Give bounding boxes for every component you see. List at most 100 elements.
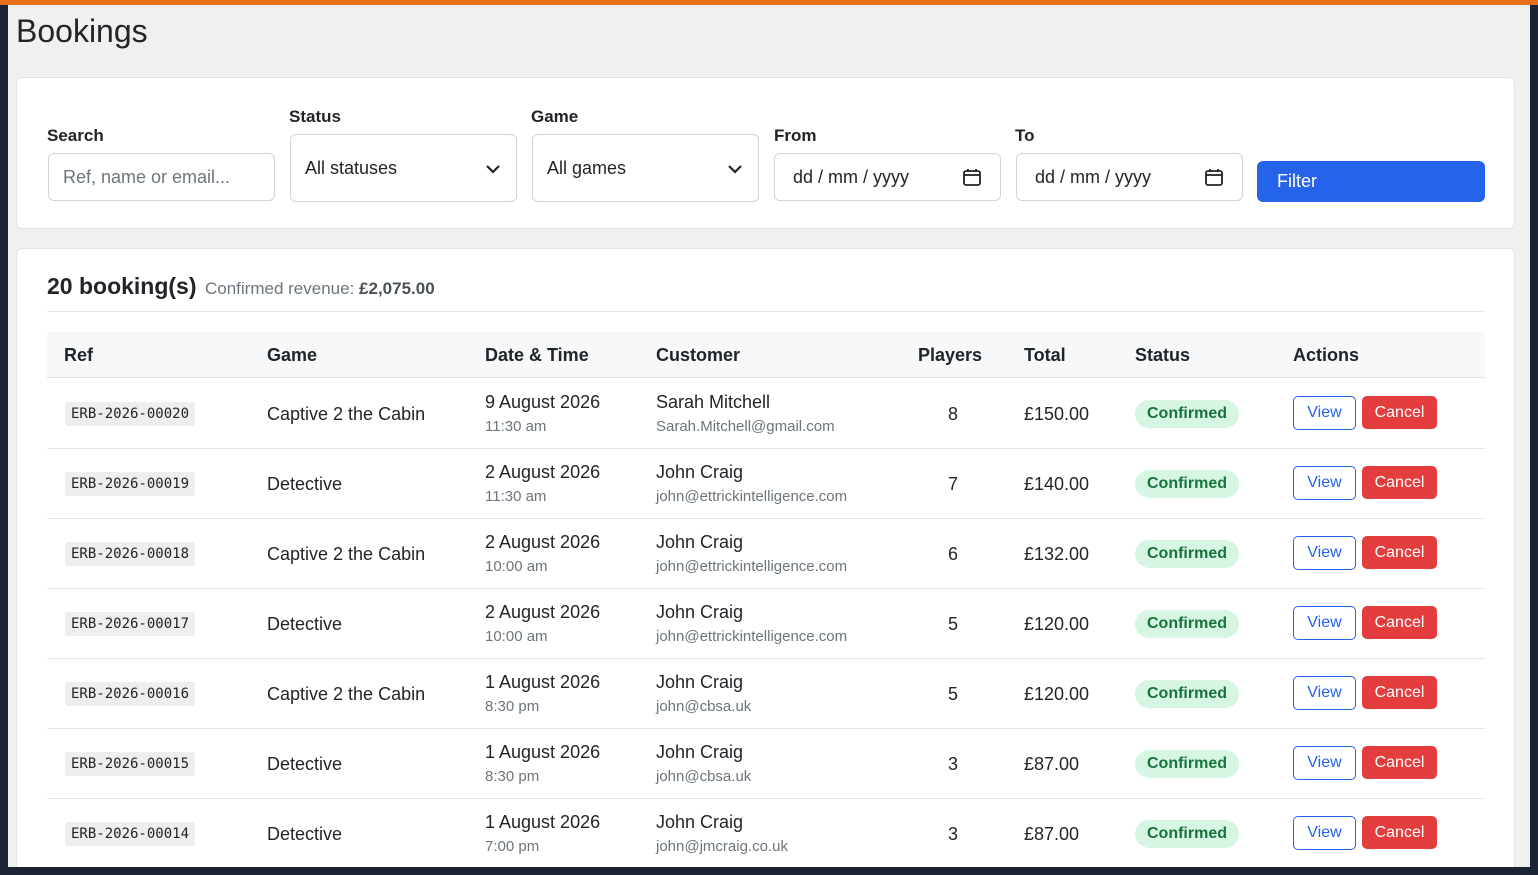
table-row: ERB-2026-00017 Detective 2 August 2026 10:0… (47, 588, 1485, 659)
view-button[interactable]: View (1293, 816, 1356, 850)
player-count: 3 (947, 754, 958, 774)
booking-game: Captive 2 the Cabin (267, 404, 426, 424)
cancel-button[interactable]: Cancel (1362, 606, 1437, 639)
booking-time: 7:00 pm (485, 838, 540, 855)
booking-total: £120.00 (1024, 684, 1090, 704)
col-customer: Customer (656, 345, 741, 365)
chevron-down-icon (486, 165, 500, 174)
view-button[interactable]: View (1293, 396, 1356, 430)
status-badge: Confirmed (1135, 540, 1239, 568)
booking-game: Detective (267, 474, 343, 494)
booking-time: 11:30 am (485, 488, 547, 505)
divider (47, 311, 1485, 312)
customer-name: John Craig (656, 532, 744, 552)
game-select-value: All games (547, 157, 627, 178)
from-label: From (774, 126, 817, 145)
booking-total: £132.00 (1024, 544, 1090, 564)
filter-button[interactable]: Filter (1257, 161, 1485, 202)
player-count: 3 (947, 824, 958, 844)
cancel-button[interactable]: Cancel (1362, 746, 1437, 779)
game-label: Game (531, 107, 579, 126)
booking-ref: ERB-2026-00015 (65, 752, 196, 776)
calendar-icon[interactable] (962, 167, 982, 187)
cancel-button[interactable]: Cancel (1362, 466, 1437, 499)
cancel-button[interactable]: Cancel (1362, 676, 1437, 709)
status-badge: Confirmed (1135, 680, 1239, 708)
status-badge: Confirmed (1135, 400, 1239, 428)
bookings-list-panel: 20 booking(s) Confirmed revenue: £2,075.… (16, 248, 1515, 867)
table-row: ERB-2026-00018 Captive 2 the Cabin 2 Augus… (47, 518, 1485, 589)
col-players: Players (918, 345, 983, 365)
view-button[interactable]: View (1293, 466, 1356, 500)
view-button[interactable]: View (1293, 746, 1356, 780)
status-select[interactable]: All statuses (290, 134, 517, 202)
table-header: Ref Game Date & Time Customer Players To… (47, 332, 1485, 378)
customer-name: John Craig (656, 462, 744, 482)
booking-ref: ERB-2026-00020 (65, 402, 196, 426)
game-select[interactable]: All games (532, 134, 759, 202)
view-button[interactable]: View (1293, 676, 1356, 710)
player-count: 7 (947, 474, 958, 494)
revenue-label: Confirmed revenue: (205, 279, 355, 298)
status-badge: Confirmed (1135, 470, 1239, 498)
customer-email: Sarah.Mitchell@gmail.com (656, 418, 835, 435)
booking-date: 1 August 2026 (485, 742, 601, 762)
customer-email: john@cbsa.uk (656, 698, 752, 715)
booking-ref: ERB-2026-00018 (65, 542, 196, 566)
col-status: Status (1135, 345, 1191, 365)
app-frame: Bookings Search Ref, name or email... St… (8, 5, 1530, 867)
player-count: 6 (947, 544, 958, 564)
search-input[interactable]: Ref, name or email... (48, 153, 275, 201)
view-button[interactable]: View (1293, 536, 1356, 570)
booking-ref: ERB-2026-00016 (65, 682, 196, 706)
booking-time: 8:30 pm (485, 698, 540, 715)
customer-name: John Craig (656, 602, 744, 622)
to-date-input[interactable]: dd / mm / yyyy (1016, 153, 1243, 201)
col-ref: Ref (64, 345, 94, 365)
chevron-down-icon (728, 165, 742, 174)
booking-date: 2 August 2026 (485, 462, 601, 482)
col-datetime: Date & Time (485, 345, 589, 365)
booking-game: Detective (267, 824, 343, 844)
to-label: To (1015, 126, 1035, 145)
booking-total: £150.00 (1024, 404, 1090, 424)
player-count: 8 (947, 404, 958, 424)
customer-email: john@ettrickintelligence.com (656, 488, 848, 505)
booking-game: Detective (267, 614, 343, 634)
cancel-button[interactable]: Cancel (1362, 816, 1437, 849)
filter-panel: Search Ref, name or email... Status All … (16, 77, 1515, 229)
booking-ref: ERB-2026-00019 (65, 472, 196, 496)
status-badge: Confirmed (1135, 820, 1239, 848)
booking-time: 8:30 pm (485, 768, 540, 785)
to-date-placeholder: dd / mm / yyyy (1035, 166, 1152, 187)
status-label: Status (289, 107, 341, 126)
status-badge: Confirmed (1135, 750, 1239, 778)
booking-time: 10:00 am (485, 558, 548, 575)
customer-email: john@ettrickintelligence.com (656, 558, 848, 575)
search-label: Search (47, 126, 104, 145)
booking-date: 1 August 2026 (485, 672, 601, 692)
booking-date: 1 August 2026 (485, 812, 601, 832)
booking-total: £140.00 (1024, 474, 1090, 494)
cancel-button[interactable]: Cancel (1362, 396, 1437, 429)
table-row: ERB-2026-00020 Captive 2 the Cabin 9 Augus… (47, 378, 1485, 449)
status-badge: Confirmed (1135, 610, 1239, 638)
booking-time: 11:30 am (485, 418, 547, 435)
booking-total: £87.00 (1024, 824, 1080, 844)
from-date-input[interactable]: dd / mm / yyyy (774, 153, 1001, 201)
booking-game: Captive 2 the Cabin (267, 684, 426, 704)
customer-name: John Craig (656, 672, 744, 692)
booking-date: 2 August 2026 (485, 532, 601, 552)
booking-date: 9 August 2026 (485, 392, 601, 412)
customer-email: john@ettrickintelligence.com (656, 628, 848, 645)
booking-count: 20 booking(s) (47, 273, 197, 299)
cancel-button[interactable]: Cancel (1362, 536, 1437, 569)
view-button[interactable]: View (1293, 606, 1356, 640)
customer-name: Sarah Mitchell (656, 392, 771, 412)
table-row: ERB-2026-00016 Captive 2 the Cabin 1 Augus… (47, 658, 1485, 729)
table-row: ERB-2026-00015 Detective 1 August 2026 8:30… (47, 728, 1485, 799)
calendar-icon[interactable] (1204, 167, 1224, 187)
from-date-placeholder: dd / mm / yyyy (793, 166, 910, 187)
col-game: Game (267, 345, 318, 365)
player-count: 5 (947, 684, 958, 704)
